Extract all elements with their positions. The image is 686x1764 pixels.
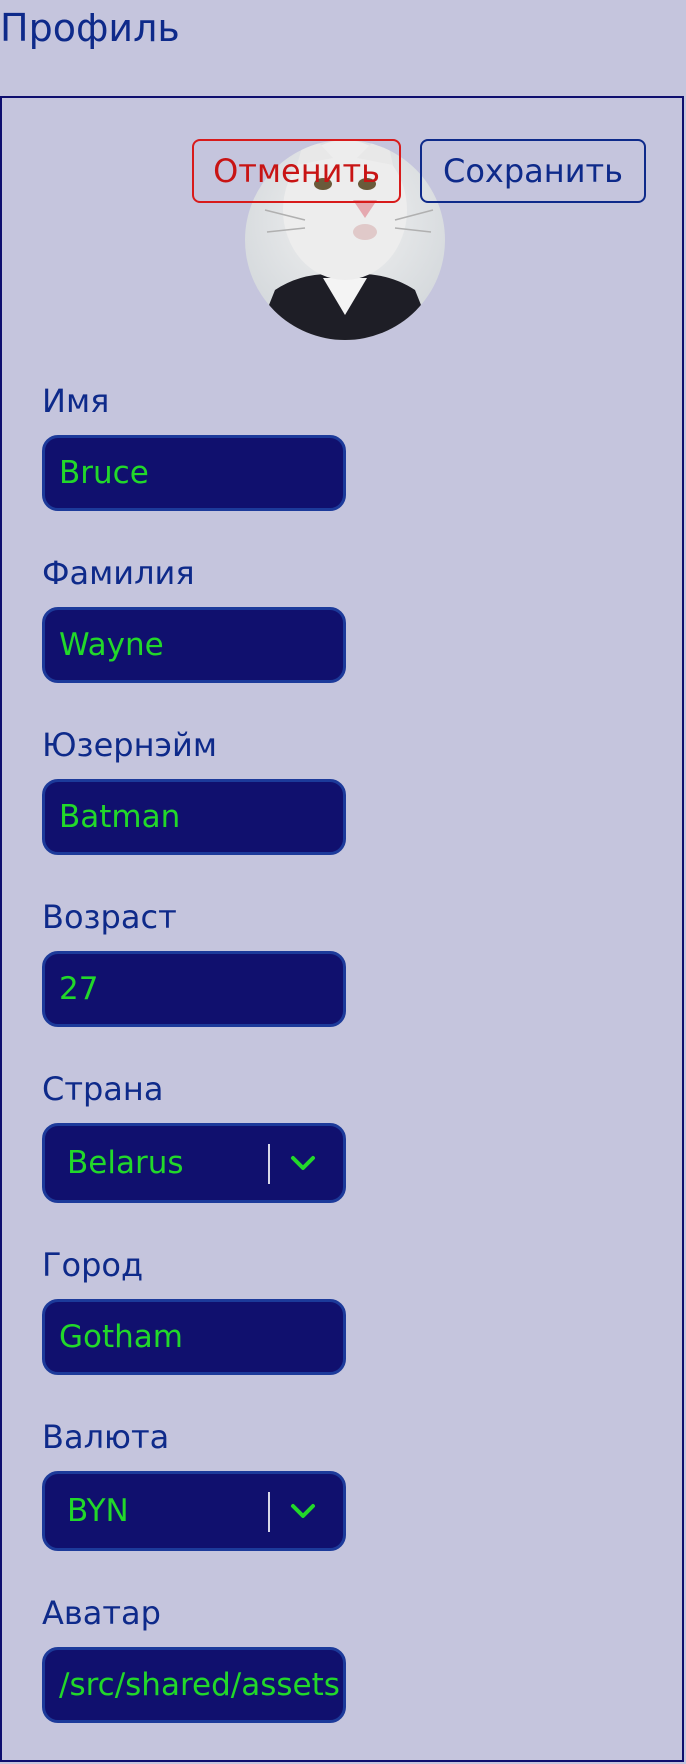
username-label: Юзернэйм bbox=[42, 726, 217, 764]
first-name-label: Имя bbox=[42, 382, 110, 420]
select-separator bbox=[268, 1144, 270, 1184]
chevron-down-icon[interactable] bbox=[289, 1152, 317, 1174]
age-label: Возраст bbox=[42, 898, 177, 936]
select-separator bbox=[268, 1492, 270, 1532]
save-button[interactable]: Сохранить bbox=[420, 139, 646, 203]
country-label: Страна bbox=[42, 1070, 164, 1108]
city-input[interactable]: Gotham bbox=[42, 1299, 346, 1375]
last-name-input[interactable]: Wayne bbox=[42, 607, 346, 683]
currency-select-value: BYN bbox=[67, 1493, 129, 1529]
page-title: Профиль bbox=[0, 6, 180, 50]
profile-card: Отменить Сохранить Имя Bruce Фамилия Way… bbox=[0, 96, 684, 1762]
age-input[interactable]: 27 bbox=[42, 951, 346, 1027]
first-name-input[interactable]: Bruce bbox=[42, 435, 346, 511]
avatar-path-label: Аватар bbox=[42, 1594, 161, 1632]
country-select[interactable]: Belarus bbox=[42, 1123, 346, 1203]
currency-label: Валюта bbox=[42, 1418, 170, 1456]
avatar-path-input[interactable]: /src/shared/assets bbox=[42, 1647, 346, 1723]
cancel-button[interactable]: Отменить bbox=[192, 139, 401, 203]
country-select-value: Belarus bbox=[67, 1145, 184, 1181]
username-input[interactable]: Batman bbox=[42, 779, 346, 855]
city-label: Город bbox=[42, 1246, 144, 1284]
chevron-down-icon[interactable] bbox=[289, 1500, 317, 1522]
currency-select[interactable]: BYN bbox=[42, 1471, 346, 1551]
last-name-label: Фамилия bbox=[42, 554, 195, 592]
